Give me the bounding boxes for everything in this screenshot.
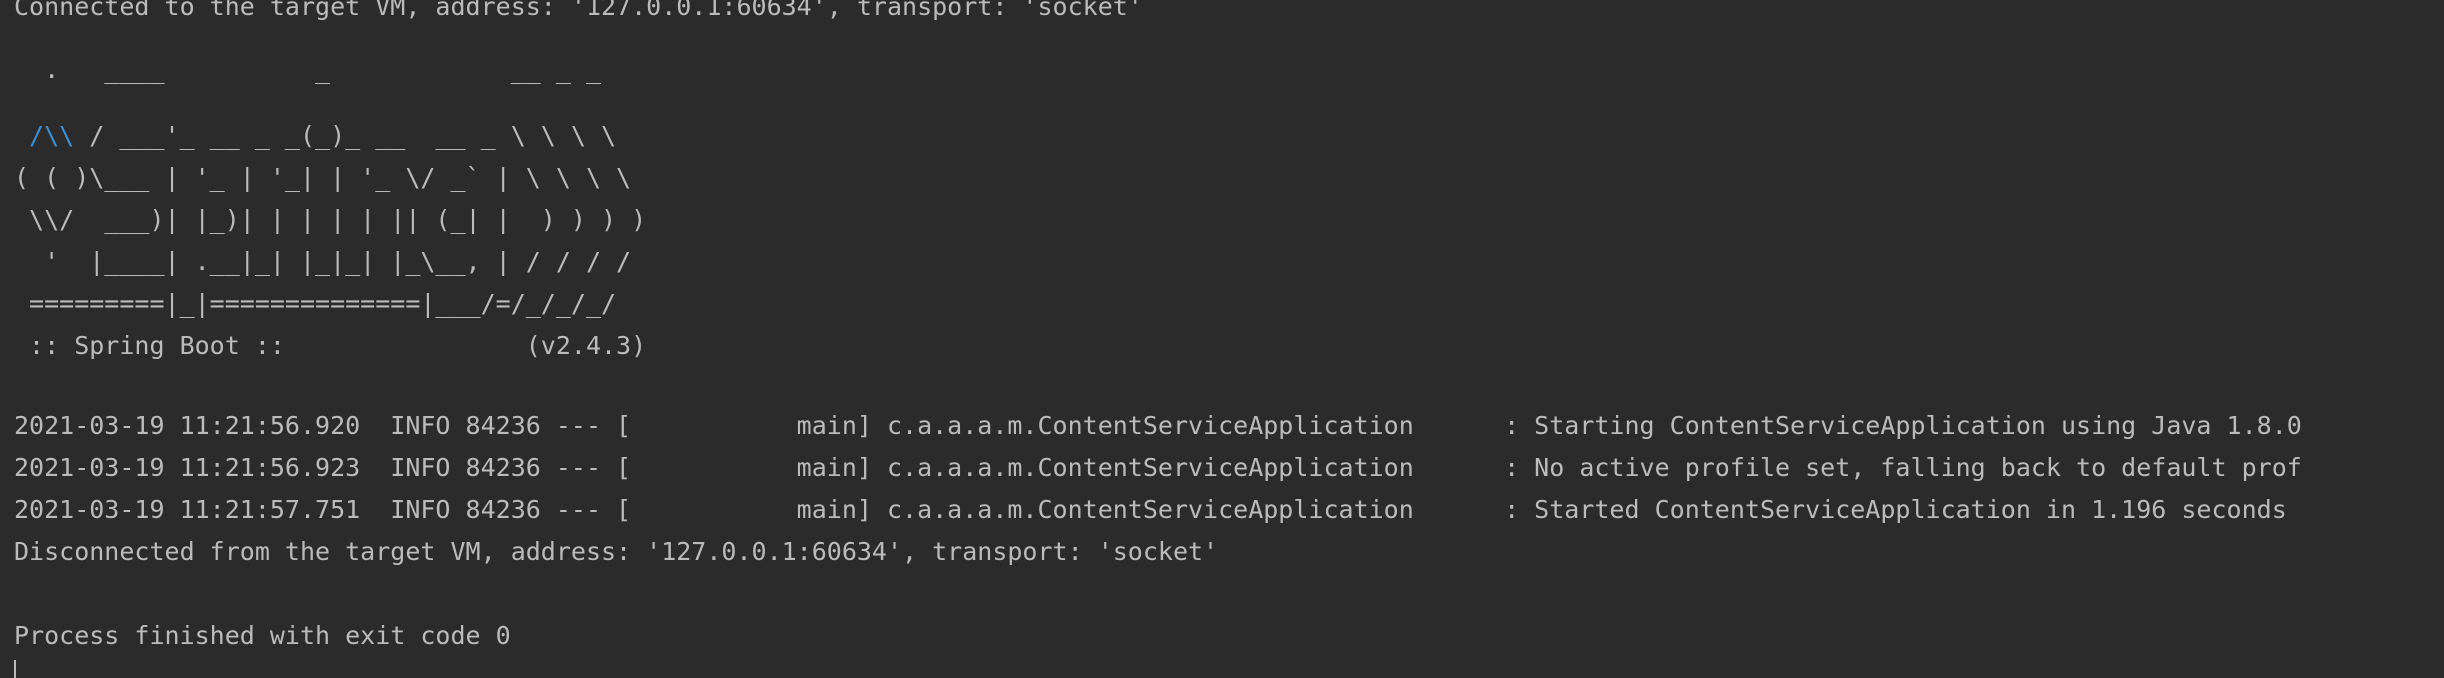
text-caret (14, 660, 16, 678)
banner-line-2-rest: / ___'_ __ _ _(_)_ __ __ _ \ \ \ \ (74, 121, 617, 150)
banner-line-2: /\\ / ___'_ __ _ _(_)_ __ __ _ \ \ \ \ (14, 115, 616, 157)
log-line: 2021-03-19 11:21:56.920 INFO 84236 --- [… (14, 411, 2302, 440)
connected-line: Connected to the target VM, address: '12… (14, 0, 1143, 21)
banner-line-5: ' |____| .__|_| |_|_| |_\__, | / / / / (14, 247, 632, 276)
log-line: 2021-03-19 11:21:57.751 INFO 84236 --- [… (14, 495, 2287, 524)
banner-line-4: \\/ ___)| |_)| | | | | || (_| | ) ) ) ) (14, 205, 647, 234)
exit-code-line: Process finished with exit code 0 (14, 621, 511, 650)
banner-accent: /\\ (14, 121, 75, 150)
console-output[interactable]: Connected to the target VM, address: '12… (0, 0, 2444, 678)
banner-line-1: . ____ _ __ _ _ (14, 55, 601, 84)
log-line: 2021-03-19 11:21:56.923 INFO 84236 --- [… (14, 453, 2302, 482)
banner-line-6: =========|_|==============|___/=/_/_/_/ (14, 289, 617, 318)
banner-line-3: ( ( )\___ | '_ | '_| | '_ \/ _` | \ \ \ … (14, 163, 632, 192)
spring-boot-version: :: Spring Boot :: (v2.4.3) (14, 331, 647, 360)
disconnected-line: Disconnected from the target VM, address… (14, 537, 1219, 566)
